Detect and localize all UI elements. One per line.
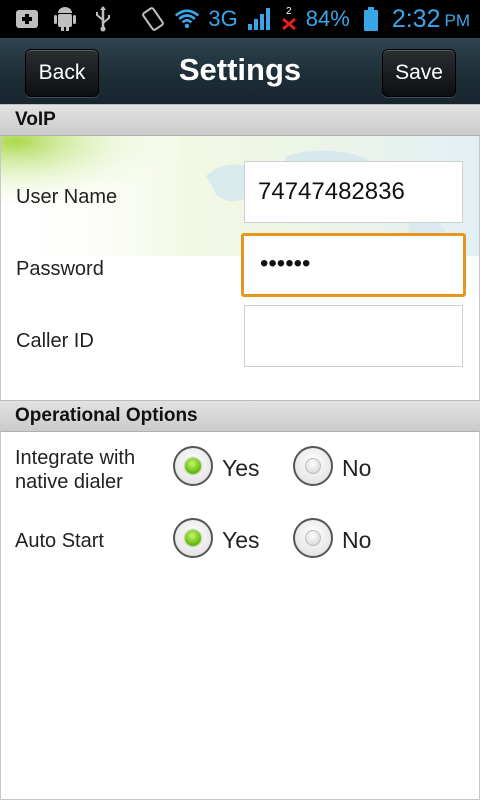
auto-start-no-label[interactable]: No	[342, 527, 371, 554]
password-input[interactable]: ••••••	[241, 233, 466, 297]
battery-icon	[358, 6, 384, 32]
integrate-dialer-yes-radio[interactable]	[173, 446, 213, 486]
voip-section-title: VoIP	[15, 109, 56, 130]
user-name-label: User Name	[16, 186, 118, 208]
integrate-dialer-label: Integrate with native dialer	[15, 446, 135, 494]
wifi-icon	[174, 6, 200, 32]
integrate-dialer-label-line2: native dialer	[15, 471, 123, 493]
signal-icon	[246, 6, 272, 32]
options-section-header: Operational Options	[0, 400, 480, 432]
missed-call-icon: 2	[280, 6, 298, 32]
android-debug-icon	[52, 6, 78, 32]
save-button[interactable]: Save	[382, 49, 456, 97]
clock-ampm: PM	[444, 11, 471, 30]
auto-start-yes-radio[interactable]	[173, 518, 213, 558]
password-label: Password	[16, 258, 104, 280]
add-icon	[14, 6, 40, 32]
auto-start-yes-label[interactable]: Yes	[222, 527, 260, 554]
title-bar: Back Settings Save	[0, 38, 480, 104]
integrate-dialer-no-label[interactable]: No	[342, 455, 371, 482]
vibrate-icon	[140, 6, 166, 32]
usb-icon	[90, 6, 116, 32]
battery-percent: 84%	[305, 6, 350, 31]
voip-section-header: VoIP	[0, 104, 480, 136]
caller-id-label: Caller ID	[16, 330, 94, 352]
caller-id-input[interactable]	[244, 305, 463, 367]
integrate-dialer-no-radio[interactable]	[293, 446, 333, 486]
options-section-title: Operational Options	[15, 405, 198, 426]
integrate-dialer-yes-label[interactable]: Yes	[222, 455, 260, 482]
status-bar: 3G 2 84% 2:32 PM	[0, 0, 480, 38]
network-type: 3G	[208, 6, 238, 31]
user-name-input[interactable]: 74747482836	[244, 161, 463, 223]
auto-start-no-radio[interactable]	[293, 518, 333, 558]
voip-panel: User Name 74747482836 Password •••••• Ca…	[0, 136, 480, 400]
notification-count: 2	[286, 6, 292, 17]
auto-start-label: Auto Start	[15, 530, 104, 552]
clock-time: 2:32	[391, 4, 441, 33]
integrate-dialer-label-line1: Integrate with	[15, 447, 136, 469]
